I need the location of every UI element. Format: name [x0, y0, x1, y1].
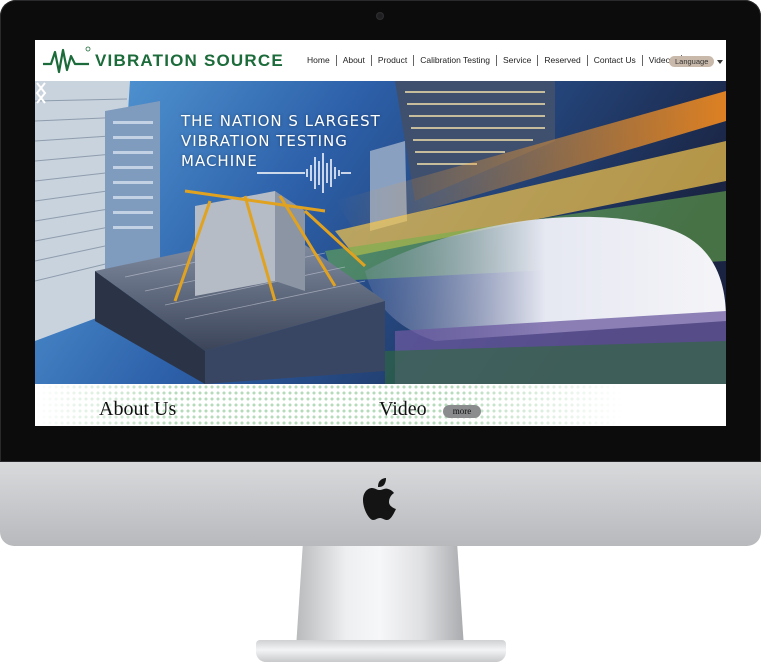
nav-reserved[interactable]: Reserved	[538, 55, 588, 66]
apple-logo	[363, 478, 396, 520]
video-heading[interactable]: Video	[379, 398, 427, 421]
nav-home[interactable]: Home	[301, 55, 337, 66]
language-selector[interactable]: Language	[669, 56, 724, 67]
wave-logo-icon[interactable]	[41, 44, 91, 76]
monitor-stand-foot	[256, 640, 506, 662]
monitor-stand-neck	[296, 546, 464, 648]
website-screen: VIBRATION SOURCE Home About Product Cali…	[35, 40, 726, 426]
about-us-heading[interactable]: About Us	[99, 398, 176, 421]
hero-title-line3: MACHINE	[181, 152, 258, 170]
nav-service[interactable]: Service	[497, 55, 539, 66]
hero-slider: THE NATION S LARGEST VIBRATION TESTING M…	[35, 81, 726, 384]
site-header: VIBRATION SOURCE Home About Product Cali…	[35, 40, 726, 81]
hero-title-line2: VIBRATION TESTING	[181, 132, 348, 150]
content-strip: About Us Video more	[35, 384, 726, 426]
monitor-chin	[0, 462, 761, 546]
hero-title-line1: THE NATION S LARGEST	[181, 112, 381, 130]
hero-title: THE NATION S LARGEST VIBRATION TESTING M…	[181, 111, 381, 171]
nav-about[interactable]: About	[337, 55, 372, 66]
chevron-down-icon	[717, 59, 724, 64]
more-button[interactable]: more	[443, 405, 481, 418]
arrow-right-icon[interactable]	[35, 81, 47, 105]
site-logo-text[interactable]: VIBRATION SOURCE	[95, 51, 284, 71]
nav-contact-us[interactable]: Contact Us	[588, 55, 643, 66]
language-label: Language	[669, 56, 715, 67]
camera-icon	[376, 12, 384, 20]
main-nav: Home About Product Calibration Testing S…	[301, 55, 682, 66]
nav-calibration-testing[interactable]: Calibration Testing	[414, 55, 497, 66]
nav-product[interactable]: Product	[372, 55, 415, 66]
